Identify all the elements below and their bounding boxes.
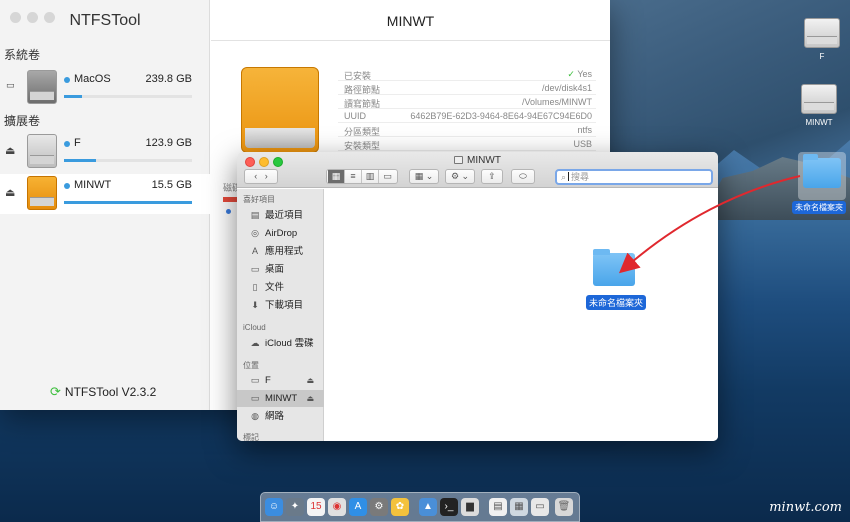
dock: ☺ ✦ 15 ◉ A ⚙ ✿ ▲ ›_ ▆ ▤ ▦ ▭ 🗑 [260,492,580,522]
screenshot-dock-icon[interactable]: ▭ [531,498,549,516]
finder-dock-icon[interactable]: ☺ [265,498,283,516]
app-store-dock-icon[interactable]: A [349,498,367,516]
app-dock-icon[interactable]: ▆ [461,498,479,516]
drag-arrow-annotation [618,175,801,274]
document-dock-icon[interactable]: ▤ [489,498,507,516]
launchpad-dock-icon[interactable]: ✦ [286,498,304,516]
preview-dock-icon[interactable]: ▦ [510,498,528,516]
system-preferences-dock-icon[interactable]: ⚙ [370,498,388,516]
chrome-dock-icon[interactable]: ◉ [328,498,346,516]
calendar-dock-icon[interactable]: 15 [307,498,325,516]
keynote-dock-icon[interactable]: ▲ [419,498,437,516]
watermark: minwt.com [769,500,842,515]
photos-dock-icon[interactable]: ✿ [391,498,409,516]
trash-icon[interactable]: 🗑 [555,498,573,516]
terminal-dock-icon[interactable]: ›_ [440,498,458,516]
